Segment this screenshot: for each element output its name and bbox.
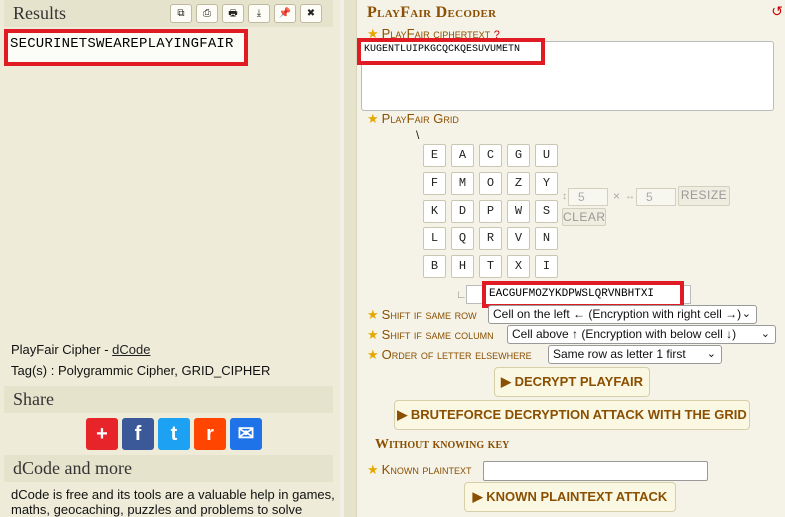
grid-cell[interactable]: P [479, 199, 502, 223]
shift-row-label: ★ Shift if same row [367, 307, 477, 323]
grid-cell[interactable]: S [535, 199, 558, 223]
known-plaintext-label-text: Known plaintext [381, 462, 472, 477]
grid-label: ★ PlayFair Grid [367, 111, 459, 127]
printer-icon[interactable]: 🖶 [222, 4, 244, 23]
grid-cell[interactable]: C [479, 144, 502, 167]
shift-row-label-text: Shift if same row [381, 307, 477, 322]
share-buttons: + f t r ✉ [86, 418, 262, 450]
chevron-down-icon: ⌄ [760, 328, 770, 340]
email-icon[interactable]: ✉ [230, 418, 262, 450]
grid-rows-input[interactable]: 5 [568, 188, 608, 206]
order-select[interactable]: Same row as letter 1 first ⌄ [548, 345, 722, 364]
grid-cell[interactable]: L [423, 227, 446, 251]
star-icon: ★ [367, 307, 379, 322]
grid-label-text: PlayFair Grid [381, 111, 459, 126]
addthis-icon[interactable]: + [86, 418, 118, 450]
grid-cell[interactable]: Y [535, 171, 558, 195]
order-value: Same row as letter 1 first [553, 347, 686, 361]
results-title: Results [13, 3, 67, 23]
grid-cell[interactable]: E [423, 144, 446, 167]
decoder-panel: PlayFair Decoder ↺ ★ PlayFair ciphertext … [356, 0, 785, 517]
chevron-down-icon: ⌄ [741, 308, 751, 320]
known-plaintext-input[interactable] [483, 461, 708, 481]
grid-corner-mark: \ [416, 128, 420, 142]
chevron-down-icon: ⌄ [706, 348, 716, 360]
grid-cell[interactable]: Q [451, 227, 474, 251]
reddit-icon[interactable]: r [194, 418, 226, 450]
twitter-icon[interactable]: t [158, 418, 190, 450]
more-header: dCode and more [4, 455, 333, 482]
ciphertext-value: KUGENTLUIPKGCQCKQESUVUMETN [364, 44, 521, 55]
bruteforce-button[interactable]: ▶ BRUTEFORCE DECRYPTION ATTACK WITH THE … [394, 400, 750, 430]
grid-cell[interactable]: G [507, 144, 530, 167]
times-sign: × [613, 189, 621, 203]
grid-cell[interactable]: H [451, 255, 474, 279]
tags-line: Tag(s) : Polygrammic Cipher, GRID_CIPHER [11, 363, 271, 378]
order-label: ★ Order of letter elsewhere [367, 347, 532, 363]
resize-button[interactable]: RESIZE [678, 186, 730, 206]
reload-icon[interactable]: ↺ [771, 3, 783, 20]
share-header: Share [4, 386, 333, 413]
shift-col-value: Cell above ↑ (Encryption with below cell… [512, 327, 737, 341]
order-label-text: Order of letter elsewhere [381, 347, 532, 362]
grid-cell[interactable]: T [479, 255, 502, 279]
more-text-1: dCode is free and its tools are a valuab… [11, 487, 335, 502]
more-text-2: maths, geocaching, puzzles and problems … [11, 502, 303, 517]
star-icon: ★ [367, 327, 379, 342]
star-icon: ★ [367, 462, 379, 477]
cols-arrow-icon: ↔ [625, 191, 635, 202]
rows-arrow-icon: ↕ [562, 191, 567, 202]
more-title: dCode and more [13, 458, 132, 478]
tool-info: PlayFair Cipher - dCode [11, 342, 150, 357]
grid-cell[interactable]: O [479, 171, 502, 195]
grid-cell[interactable]: K [423, 199, 446, 223]
grid-cell[interactable]: F [423, 171, 446, 195]
star-icon: ★ [367, 111, 379, 126]
grid-cell[interactable]: M [451, 171, 474, 195]
copy-icon[interactable]: ⧉ [170, 4, 192, 23]
shift-row-value: Cell on the left ← (Encryption with righ… [493, 307, 742, 321]
grid-cell[interactable]: I [535, 255, 558, 279]
result-text: SECURINETSWEAREPLAYINGFAIR [10, 36, 234, 52]
grid-cell[interactable]: V [507, 227, 530, 251]
clear-button[interactable]: CLEAR [562, 208, 606, 226]
grid-cell[interactable]: R [479, 227, 502, 251]
grid-cell[interactable]: N [535, 227, 558, 251]
star-icon: ★ [367, 347, 379, 362]
panel-divider [344, 0, 356, 517]
tool-name: PlayFair Cipher - [11, 342, 113, 357]
grid-cell[interactable]: W [507, 199, 530, 223]
dcode-link[interactable]: dCode [112, 342, 150, 357]
print-icon[interactable]: ⎙ [196, 4, 218, 23]
grid-cell[interactable]: D [451, 199, 474, 223]
grid-cell[interactable]: U [535, 144, 558, 167]
shift-col-label-text: Shift if same column [381, 327, 494, 342]
grid-cell[interactable]: B [423, 255, 446, 279]
shift-row-select[interactable]: Cell on the left ← (Encryption with righ… [488, 305, 757, 324]
decoder-title: PlayFair Decoder [367, 4, 497, 21]
known-plaintext-button[interactable]: ▶ KNOWN PLAINTEXT ATTACK [464, 482, 676, 512]
grid-cell[interactable]: X [507, 255, 530, 279]
pin-icon[interactable]: 📌 [274, 4, 296, 23]
grid-key-value: EACGUFMOZYKDPWSLQRVNBHTXI [489, 288, 655, 300]
known-plaintext-label: ★ Known plaintext [367, 462, 471, 478]
close-icon[interactable]: ✖ [300, 4, 322, 23]
grid-cols-input[interactable]: 5 [636, 188, 676, 206]
without-key-title: Without knowing key [375, 437, 510, 452]
shift-col-label: ★ Shift if same column [367, 327, 494, 343]
results-toolbar: ⧉ ⎙ 🖶 ⤓ 📌 ✖ [170, 4, 322, 23]
grid-cell[interactable]: A [451, 144, 474, 167]
grid-cell[interactable]: Z [507, 171, 530, 195]
decrypt-button[interactable]: ▶ DECRYPT PLAYFAIR [494, 367, 650, 397]
download-icon[interactable]: ⤓ [248, 4, 270, 23]
shift-col-select[interactable]: Cell above ↑ (Encryption with below cell… [507, 325, 776, 344]
facebook-icon[interactable]: f [122, 418, 154, 450]
share-title: Share [13, 389, 54, 409]
